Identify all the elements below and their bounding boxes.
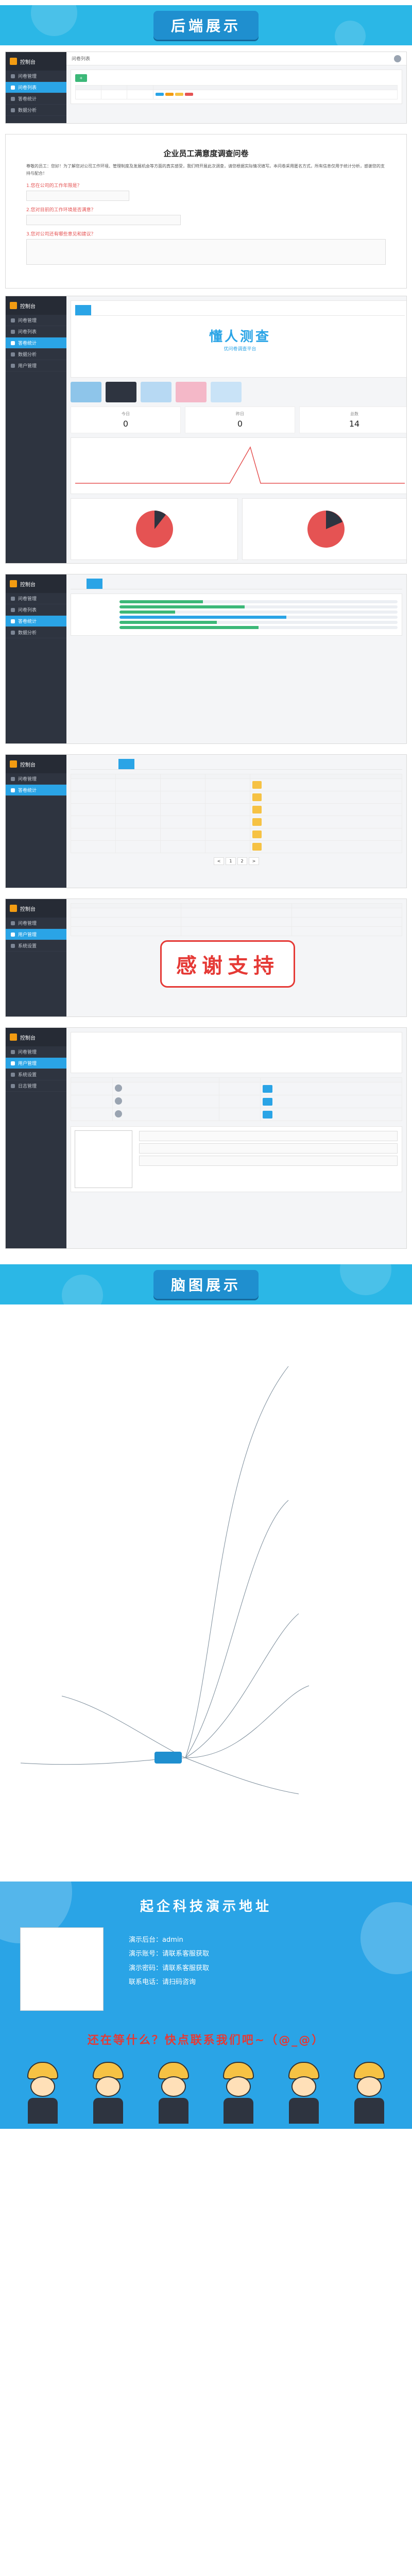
menu-icon — [11, 1083, 15, 1088]
menu-icon — [11, 329, 15, 334]
mascot — [156, 2062, 192, 2129]
survey-intro: 尊敬的员工：您好！为了解您对公司工作环境、管理制度及发展机会等方面的真实感受，我… — [26, 164, 385, 176]
menu-icon — [11, 607, 15, 612]
users-table — [71, 1077, 402, 1121]
question: 2.您对目前的工作环境是否满意？ — [26, 208, 96, 213]
theme-thumbnail[interactable] — [106, 382, 136, 402]
mascot — [90, 2062, 126, 2129]
survey-title: 企业员工满意度调查问卷 — [163, 149, 249, 158]
mascot — [220, 2062, 256, 2129]
pagination: <1 2 > — [71, 857, 402, 865]
menu-icon — [11, 352, 15, 357]
tab[interactable] — [91, 305, 107, 315]
mindmap — [0, 1304, 412, 1871]
sidebar: 控制台 问卷管理 问卷列表 答卷统计 数据分析 — [6, 52, 66, 123]
menu-icon — [11, 85, 15, 90]
question: 1.您在公司的工作年限是？ — [26, 183, 82, 189]
tab[interactable] — [75, 305, 91, 315]
thanks-stamp: 感谢支持 — [160, 940, 295, 988]
qr-code — [75, 1130, 132, 1188]
menu-icon — [11, 341, 15, 345]
answers-table — [71, 774, 403, 853]
mascot — [351, 2062, 387, 2129]
mascot — [25, 2062, 61, 2129]
avatar[interactable] — [394, 55, 401, 62]
answer-input[interactable] — [26, 215, 181, 226]
survey-table — [75, 85, 398, 99]
theme-thumbnail[interactable] — [176, 382, 207, 402]
menu-icon — [11, 74, 15, 78]
sidebar-item-active[interactable]: 问卷列表 — [6, 82, 66, 93]
logo-icon — [10, 760, 17, 768]
sidebar-item[interactable]: 答卷统计 — [6, 93, 66, 105]
question: 3.您对公司还有哪些意见和建议？ — [26, 232, 96, 238]
menu-icon — [11, 96, 15, 101]
menu-icon — [11, 943, 15, 948]
footer-contact: 起企科技演示地址 演示后台：admin 演示账号：请联系客服获取 演示密码：请联… — [0, 1882, 412, 2129]
avatar — [114, 1097, 122, 1105]
answer-input[interactable] — [26, 191, 129, 201]
screenshot-users: 控制台 问卷管理 用户管理 系统设置 日志管理 — [5, 1027, 407, 1249]
menu-icon — [11, 1072, 15, 1077]
mascot-group — [10, 2057, 402, 2129]
logo-icon — [10, 905, 17, 912]
banner-title: 后端展示 — [153, 11, 259, 40]
menu-icon — [11, 596, 15, 601]
screenshot-settings: 控制台 问卷管理 问卷列表 答卷统计 数据分析 用户管理 懂人测查 优问卷调查平… — [5, 296, 407, 564]
trend-line — [75, 446, 405, 484]
stat-card: 今日 0 — [71, 406, 181, 433]
menu-icon — [11, 619, 15, 623]
stamp-preview: 懂人测查 优问卷调查平台 — [209, 329, 271, 352]
trend-chart — [71, 437, 406, 494]
pie-chart — [242, 498, 406, 560]
pie-chart — [71, 498, 238, 560]
menu-icon — [11, 1049, 15, 1054]
mindmap-branches — [20, 1366, 310, 1794]
screenshot-statistics: 控制台 问卷管理 问卷列表 答卷统计 数据分析 — [5, 574, 407, 744]
screenshot-list: 控制台 问卷管理 问卷列表 答卷统计 数据分析 问卷列表 + — [5, 52, 407, 124]
menu-icon — [11, 630, 15, 635]
contact-qr-code — [20, 1927, 104, 2011]
menu-icon — [11, 932, 15, 937]
menu-icon — [11, 363, 15, 368]
menu-icon — [11, 921, 15, 925]
logo-icon — [10, 58, 17, 65]
menu-icon — [11, 1061, 15, 1065]
screenshot-thanks: 控制台 问卷管理 用户管理 系统设置 感谢支持 — [5, 899, 407, 1017]
add-button[interactable]: + — [75, 74, 87, 82]
sidebar-item[interactable]: 问卷管理 — [6, 71, 66, 82]
theme-thumbnail[interactable] — [71, 382, 101, 402]
section-banner-mindmap: 脑图展示 — [0, 1264, 412, 1304]
answer-textarea[interactable] — [26, 239, 386, 265]
menu-icon — [11, 108, 15, 112]
mindmap-center-node — [154, 1752, 182, 1764]
logo-icon — [10, 302, 17, 309]
menu-icon — [11, 788, 15, 792]
theme-thumbnail[interactable] — [141, 382, 171, 402]
mascot — [286, 2062, 322, 2129]
avatar — [114, 1110, 122, 1117]
menu-icon — [11, 776, 15, 781]
screenshot-answers: 控制台 问卷管理 答卷统计 <1 2 > — [5, 754, 407, 888]
banner-title: 脑图展示 — [153, 1270, 259, 1299]
logo-icon — [10, 1033, 17, 1041]
trend-chart-svg — [75, 446, 405, 484]
avatar — [114, 1084, 122, 1092]
footer-cta: 还在等什么？快点联系我们吧~（@_@） — [87, 2034, 325, 2047]
theme-thumbnail[interactable] — [211, 382, 242, 402]
logo-icon — [10, 580, 17, 587]
footer-title: 起企科技演示地址 — [140, 1899, 272, 1914]
menu-icon — [11, 318, 15, 323]
sidebar-item[interactable]: 数据分析 — [6, 105, 66, 116]
stat-card: 总数 14 — [299, 406, 406, 433]
footer-info: 演示后台：admin 演示账号：请联系客服获取 演示密码：请联系客服获取 联系电… — [129, 1936, 210, 1986]
screenshot-survey: 企业员工满意度调查问卷 尊敬的员工：您好！为了解您对公司工作环境、管理制度及发展… — [5, 134, 407, 289]
stat-card: 昨日 0 — [185, 406, 295, 433]
section-banner-backend: 后端展示 — [0, 5, 412, 45]
